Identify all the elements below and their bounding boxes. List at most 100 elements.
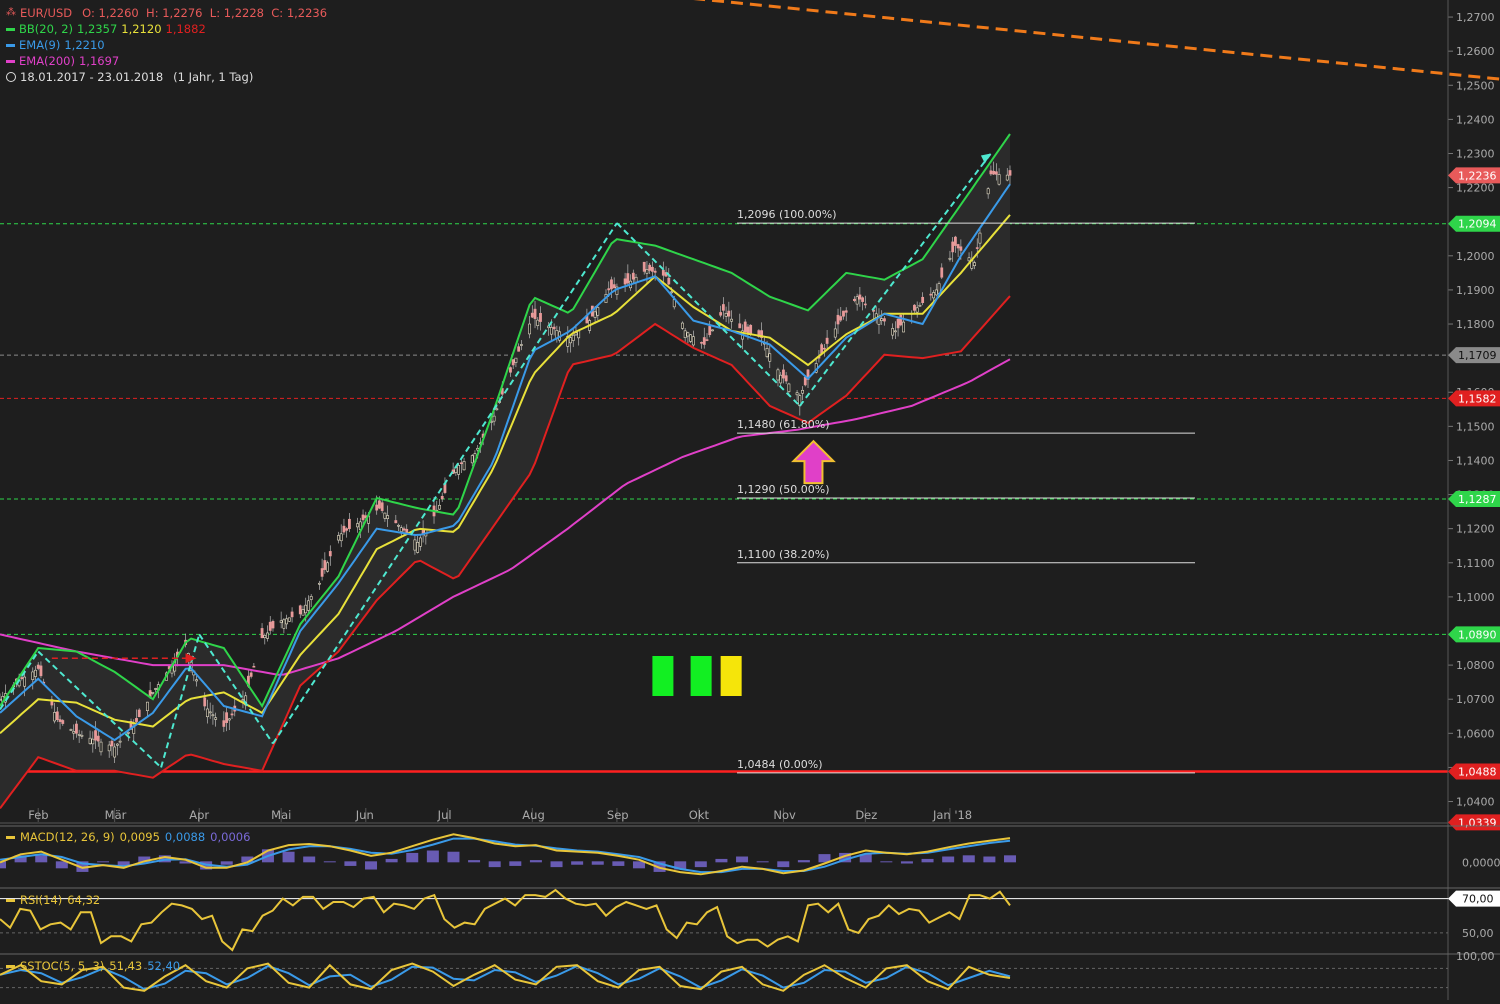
candle-body: [612, 284, 616, 289]
candle-body: [940, 267, 944, 278]
candle-body: [1008, 170, 1012, 176]
candle-body: [893, 330, 897, 333]
x-tick-label: Apr: [189, 808, 209, 822]
macd-hist-value: 0,0006: [210, 830, 251, 844]
candle-body: [39, 665, 43, 677]
candle-body: [53, 712, 56, 722]
candle-body: [511, 359, 515, 366]
candle-body: [836, 314, 840, 325]
candle-body: [55, 711, 59, 720]
price-tag: 1,2236: [1448, 167, 1500, 184]
candle-body: [913, 304, 916, 311]
signal-block: [690, 656, 712, 696]
macd-histogram-bar: [797, 860, 810, 863]
candle-body: [801, 389, 804, 394]
sstoc-legend: SSTOC(5, 5, 3) 51,43 52,40: [6, 959, 180, 973]
candle-body: [492, 415, 496, 422]
candle-body: [91, 738, 95, 745]
candle-body: [708, 326, 712, 336]
candle-body: [146, 701, 149, 711]
x-tick-label: Jun: [355, 808, 374, 822]
candle-body: [88, 737, 92, 744]
macd-histogram-bar: [488, 861, 501, 868]
legend-ohlc: O: 1,2260 H: 1,2276 L: 1,2228 C: 1,2236: [82, 6, 328, 20]
candle-body: [700, 342, 703, 344]
candle-body: [230, 713, 234, 716]
candle-body: [287, 617, 291, 622]
y-tick-label: 1,0600: [1456, 727, 1495, 740]
candle-body: [596, 307, 600, 316]
fibonacci-label: 1,1100 (38.20%): [737, 548, 830, 561]
chart-background: [0, 0, 1500, 1000]
candle-body: [509, 367, 512, 373]
price-tag: 1,0488: [1448, 763, 1500, 780]
candle-body: [279, 620, 283, 623]
candle-body: [356, 523, 359, 528]
candle-body: [470, 455, 474, 464]
legend-interval: (1 Jahr, 1 Tag): [173, 70, 254, 84]
candle-body: [610, 279, 613, 290]
candle-body: [929, 293, 933, 296]
candle-body: [107, 744, 111, 752]
candle-body: [932, 292, 935, 299]
candle-body: [80, 734, 84, 737]
candle-body: [94, 730, 97, 741]
legend-bb-upper: 1,2357: [77, 22, 118, 36]
price-tag: 1,1287: [1448, 490, 1500, 507]
candle: [787, 382, 791, 394]
candle-body: [749, 324, 753, 335]
candle-body: [326, 562, 329, 572]
candle-body: [776, 369, 780, 381]
candle-body: [440, 495, 444, 500]
legend-bb-name: BB(20, 2): [19, 22, 74, 36]
macd-tick-label: 0,0000: [1462, 856, 1500, 869]
macd-histogram-bar: [426, 850, 439, 863]
candle-body: [195, 679, 198, 682]
candle-body: [863, 303, 867, 306]
rsi-tick-label: 50,00: [1462, 927, 1494, 940]
legend-ema9-value: 1,2210: [64, 38, 105, 52]
candle-body: [550, 327, 553, 335]
candle-body: [208, 711, 212, 714]
x-tick-label: Mär: [105, 808, 127, 822]
candle-body: [438, 504, 441, 510]
price-tag-label: 1,2094: [1458, 218, 1497, 231]
legend-bb-mid: 1,2120: [121, 22, 162, 36]
candle-body: [533, 308, 537, 319]
macd-histogram-bar: [303, 856, 316, 863]
candle-body: [880, 318, 884, 321]
y-tick-label: 1,2400: [1456, 113, 1495, 126]
legend-symbol: EUR/USD: [20, 6, 73, 20]
candle-body: [72, 731, 76, 734]
price-tag-label: 1,0890: [1458, 628, 1497, 641]
macd-value: 0,0095: [119, 830, 160, 844]
y-tick-label: 1,1200: [1456, 523, 1495, 536]
macd-label: MACD(12, 26, 9): [20, 830, 115, 844]
macd-histogram-bar: [900, 861, 913, 864]
clock-icon: [6, 72, 16, 82]
y-tick-label: 1,2700: [1456, 11, 1495, 24]
candle-body: [462, 461, 466, 471]
candle-body: [126, 732, 130, 734]
candle-body: [956, 244, 960, 249]
candle-body: [730, 318, 733, 322]
candle-body: [683, 330, 687, 338]
sstoc-swatch: [6, 964, 15, 968]
sstoc-value: 51,43: [109, 959, 143, 973]
macd-histogram-bar: [529, 860, 542, 863]
candle-body: [517, 346, 521, 352]
legend-range: 18.01.2017 - 23.01.2018: [20, 70, 164, 84]
candle-body: [787, 383, 791, 392]
rsi-tick-label: 70,00: [1462, 893, 1494, 906]
macd-histogram-bar: [921, 858, 934, 863]
y-tick-label: 1,1500: [1456, 420, 1495, 433]
candle-body: [304, 604, 308, 614]
macd-histogram-bar: [962, 855, 975, 863]
macd-histogram-bar: [447, 851, 460, 863]
candle-body: [34, 669, 37, 677]
candle-body: [853, 298, 856, 301]
y-tick-label: 1,2600: [1456, 45, 1495, 58]
x-tick-label: Mai: [271, 808, 291, 822]
price-chart[interactable]: 1,2096 (100.00%) 1,1480 (61.80%) 1,1290 (5…: [0, 0, 1500, 1000]
candle-body: [645, 269, 649, 274]
